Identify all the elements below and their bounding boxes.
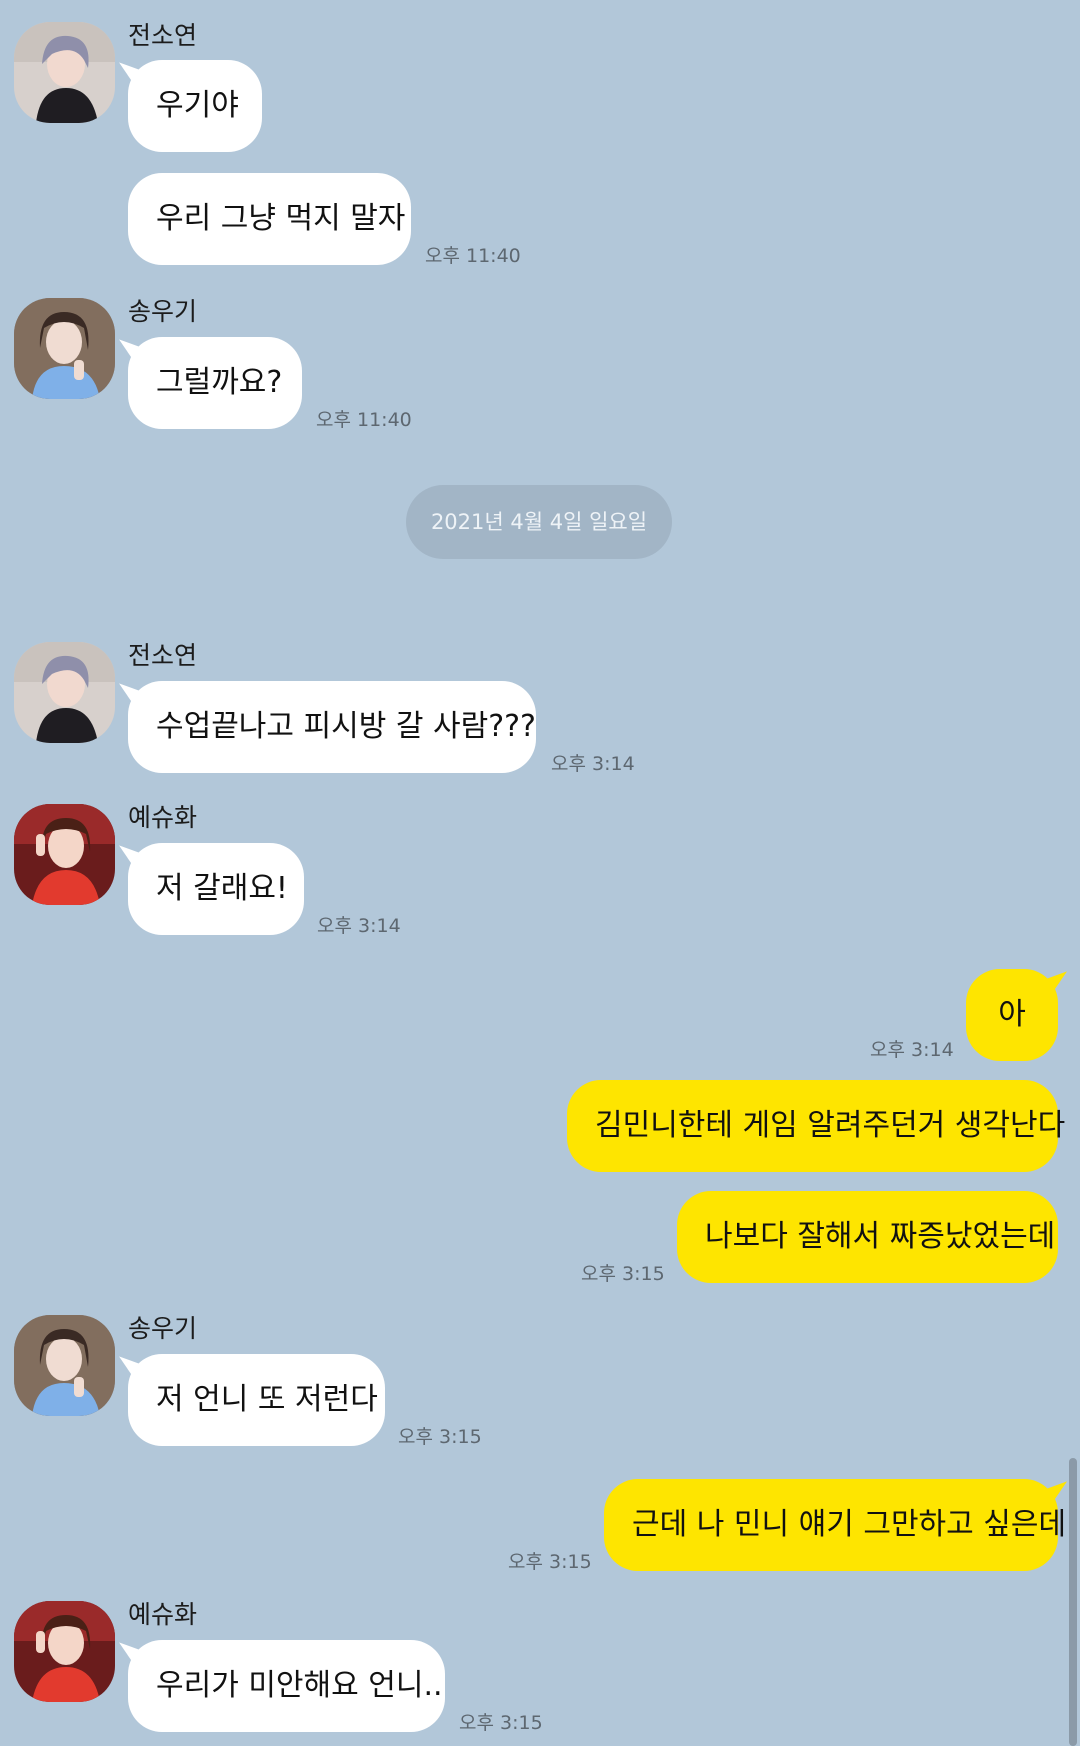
message-time: 오후 11:40 [425, 245, 521, 267]
sender-name: 송우기 [128, 1314, 198, 1343]
message-bubble[interactable]: 그럴까요? [128, 337, 302, 429]
message-bubble[interactable]: 저 언니 또 저런다 [128, 1354, 385, 1446]
message-time: 오후 3:15 [581, 1263, 665, 1285]
avatar[interactable] [14, 298, 115, 399]
message-bubble[interactable]: 저 갈래요! [128, 843, 304, 935]
avatar[interactable] [14, 1601, 115, 1702]
message-bubble[interactable]: 우리가 미안해요 언니.. [128, 1640, 445, 1732]
message-bubble[interactable]: 수업끝나고 피시방 갈 사람??? [128, 681, 536, 773]
message-time: 오후 11:40 [316, 409, 412, 431]
sender-name: 예슈화 [128, 1600, 198, 1629]
message-bubble[interactable]: 아 [966, 969, 1058, 1061]
message-time: 오후 3:15 [398, 1426, 482, 1448]
date-divider: 2021년 4월 4일 일요일 [406, 485, 672, 559]
message-time: 오후 3:14 [317, 915, 401, 937]
message-time: 오후 3:15 [459, 1712, 543, 1734]
message-time: 오후 3:14 [551, 753, 635, 775]
sender-name: 예슈화 [128, 803, 198, 832]
avatar[interactable] [14, 804, 115, 905]
message-bubble[interactable]: 김민니한테 게임 알려주던거 생각난다 [567, 1080, 1065, 1172]
message-bubble[interactable]: 나보다 잘해서 짜증났었는데 [677, 1191, 1058, 1283]
avatar[interactable] [14, 1315, 115, 1416]
message-time: 오후 3:15 [508, 1551, 592, 1573]
chat-room[interactable]: 전소연 우기야 우리 그냥 먹지 말자 오후 11:40 송우기 그럴까요? 오… [0, 0, 1080, 1746]
scrollbar[interactable] [1069, 1458, 1077, 1746]
avatar[interactable] [14, 22, 115, 123]
message-time: 오후 3:14 [870, 1039, 954, 1061]
sender-name: 송우기 [128, 297, 198, 326]
sender-name: 전소연 [128, 21, 198, 50]
avatar[interactable] [14, 642, 115, 743]
message-bubble[interactable]: 우리 그냥 먹지 말자 [128, 173, 411, 265]
message-bubble[interactable]: 우기야 [128, 60, 262, 152]
sender-name: 전소연 [128, 641, 198, 670]
message-bubble[interactable]: 근데 나 민니 얘기 그만하고 싶은데 [604, 1479, 1066, 1571]
